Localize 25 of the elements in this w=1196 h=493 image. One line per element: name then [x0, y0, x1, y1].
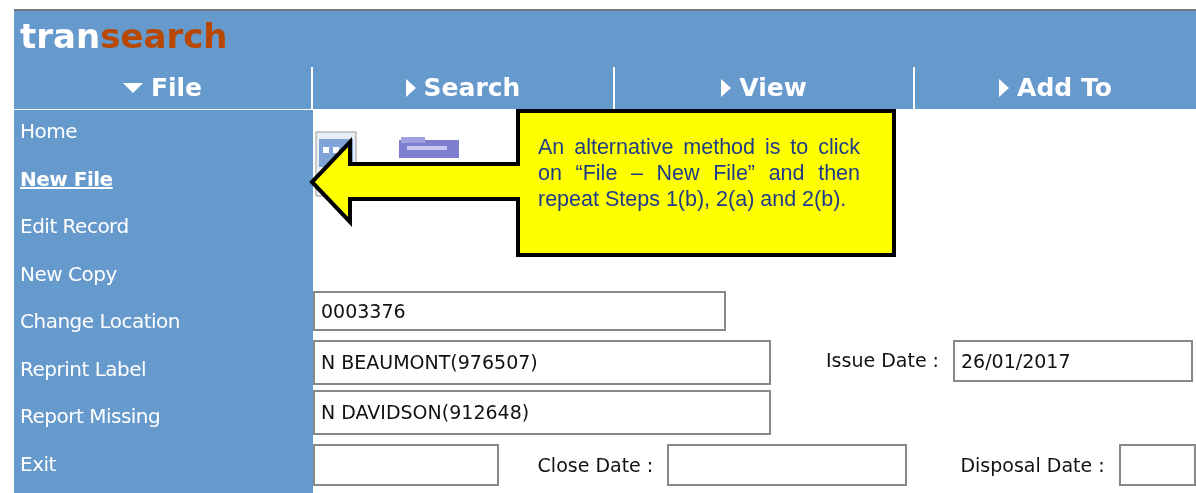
- field-label: Close Date :: [537, 452, 654, 478]
- input-field[interactable]: 0003376: [313, 291, 726, 331]
- input-field[interactable]: N BEAUMONT(976507): [313, 340, 771, 385]
- menu-item[interactable]: Change Location: [14, 306, 187, 354]
- callout-text: An alternative method is to click on “File – New File” and then repeat Steps 1(b), 2(a) and 2(b).: [538, 134, 860, 212]
- menu-item[interactable]: Report Missing: [14, 401, 167, 449]
- date-field[interactable]: 26/01/2017: [953, 340, 1194, 382]
- menu-item[interactable]: Reprint Label: [14, 353, 153, 401]
- menu-item[interactable]: New File: [14, 163, 119, 211]
- menu-tab[interactable]: Add To: [915, 67, 1196, 109]
- field-label: Issue Date :: [826, 348, 940, 373]
- menu-item[interactable]: Exit: [14, 448, 62, 493]
- logo: transearch: [19, 15, 229, 58]
- caret-icon: [999, 79, 1010, 97]
- input-field[interactable]: [313, 444, 499, 486]
- date-field[interactable]: [667, 444, 908, 486]
- menu-item[interactable]: Edit Record: [14, 211, 135, 259]
- date-field[interactable]: [1118, 444, 1196, 486]
- menu-item[interactable]: New Copy: [14, 258, 123, 306]
- caret-icon: [721, 79, 732, 97]
- caret-icon: [122, 83, 143, 93]
- input-field[interactable]: N DAVIDSON(912648): [313, 390, 771, 435]
- caret-icon: [405, 79, 416, 97]
- field-label: Disposal Date :: [960, 452, 1105, 478]
- menu-item[interactable]: Home: [14, 116, 84, 164]
